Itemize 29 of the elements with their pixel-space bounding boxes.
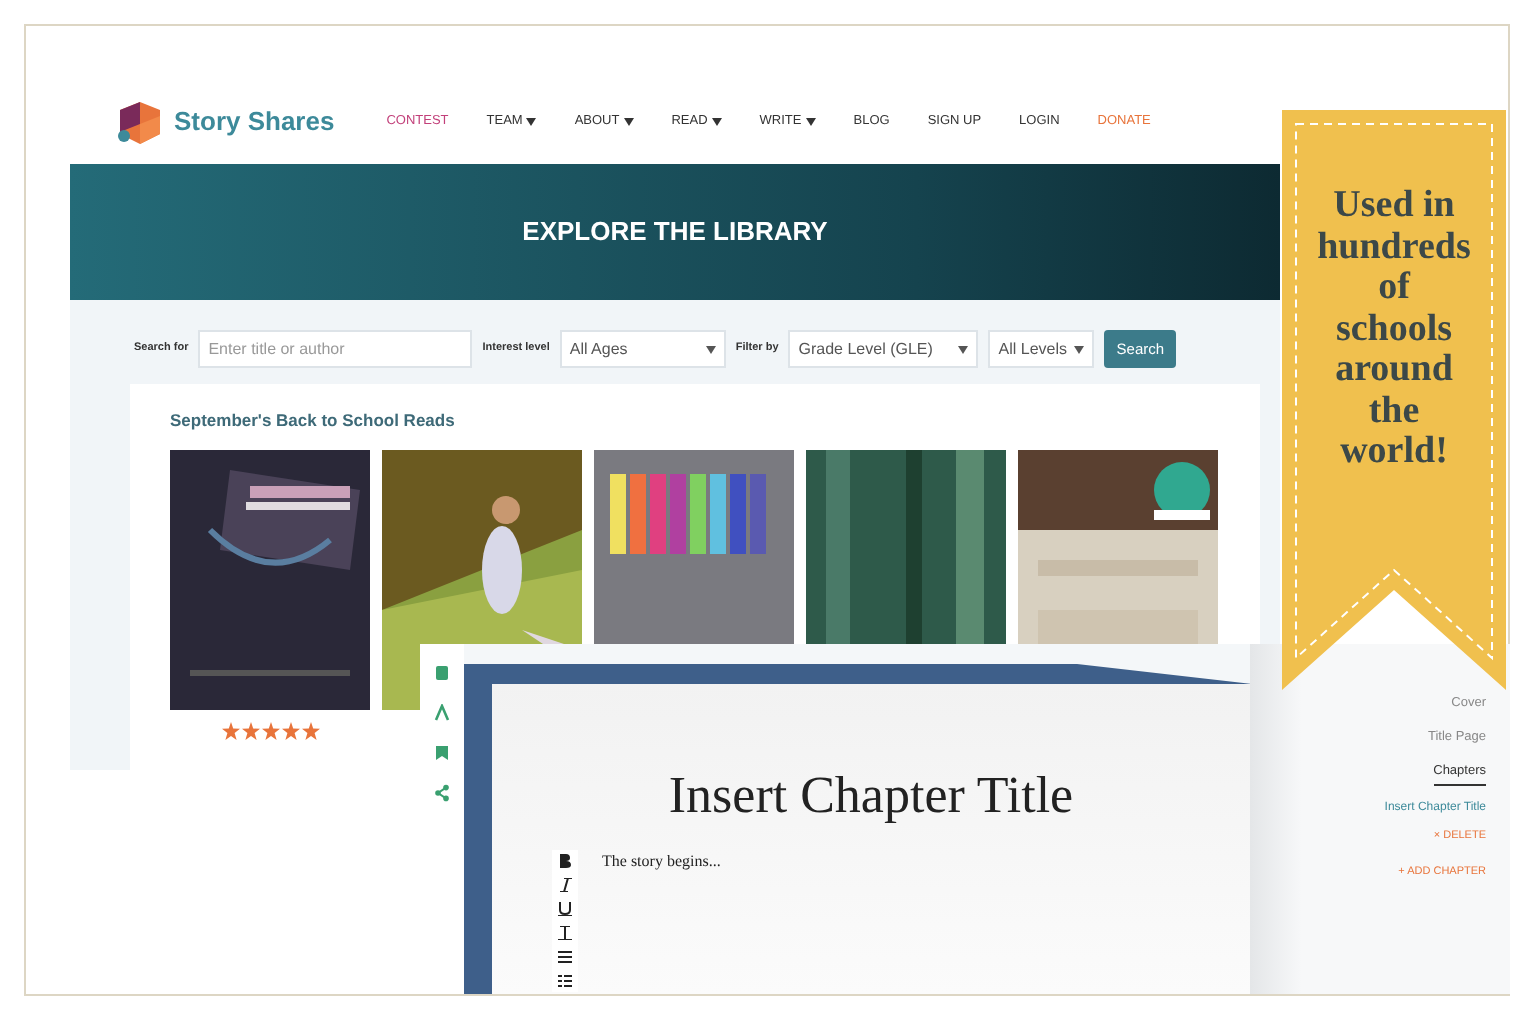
numbered-list-icon[interactable]	[558, 974, 572, 988]
select-field[interactable]: Grade Level (GLE)	[788, 330, 979, 368]
text-icon[interactable]	[434, 704, 450, 722]
caret-icon	[1074, 345, 1085, 353]
select-field[interactable]: All Ages	[559, 330, 726, 368]
bookmark-icon[interactable]	[434, 744, 450, 762]
section-title: September's Back to School Reads	[170, 408, 457, 434]
star-icon	[221, 721, 239, 740]
search-field[interactable]: Enter title or author	[198, 330, 473, 368]
logo-icon	[114, 96, 166, 148]
heading-icon[interactable]	[558, 926, 572, 940]
star-icon	[301, 721, 319, 740]
caret-icon	[958, 345, 969, 353]
share-icon[interactable]	[434, 784, 450, 802]
caret-icon	[705, 345, 716, 353]
chapter-title[interactable]: Insert Chapter Title	[492, 684, 1250, 834]
ribbon-text: Used in hundreds of schools around the world!	[1315, 186, 1473, 473]
hero-title: EXPLORE THE LIBRARY	[522, 214, 828, 251]
underline-icon[interactable]	[558, 902, 572, 916]
italic-icon[interactable]	[558, 878, 572, 892]
logo-text: Story Shares	[174, 104, 335, 141]
star-icon	[261, 721, 279, 740]
bold-icon[interactable]	[558, 854, 572, 868]
page-icon[interactable]	[434, 664, 450, 682]
star-icon	[281, 721, 299, 740]
star-icon	[241, 721, 259, 740]
story-text[interactable]: The story begins...	[602, 850, 721, 992]
select-field[interactable]: All Levels	[988, 330, 1095, 368]
list-icon[interactable]	[558, 950, 572, 964]
